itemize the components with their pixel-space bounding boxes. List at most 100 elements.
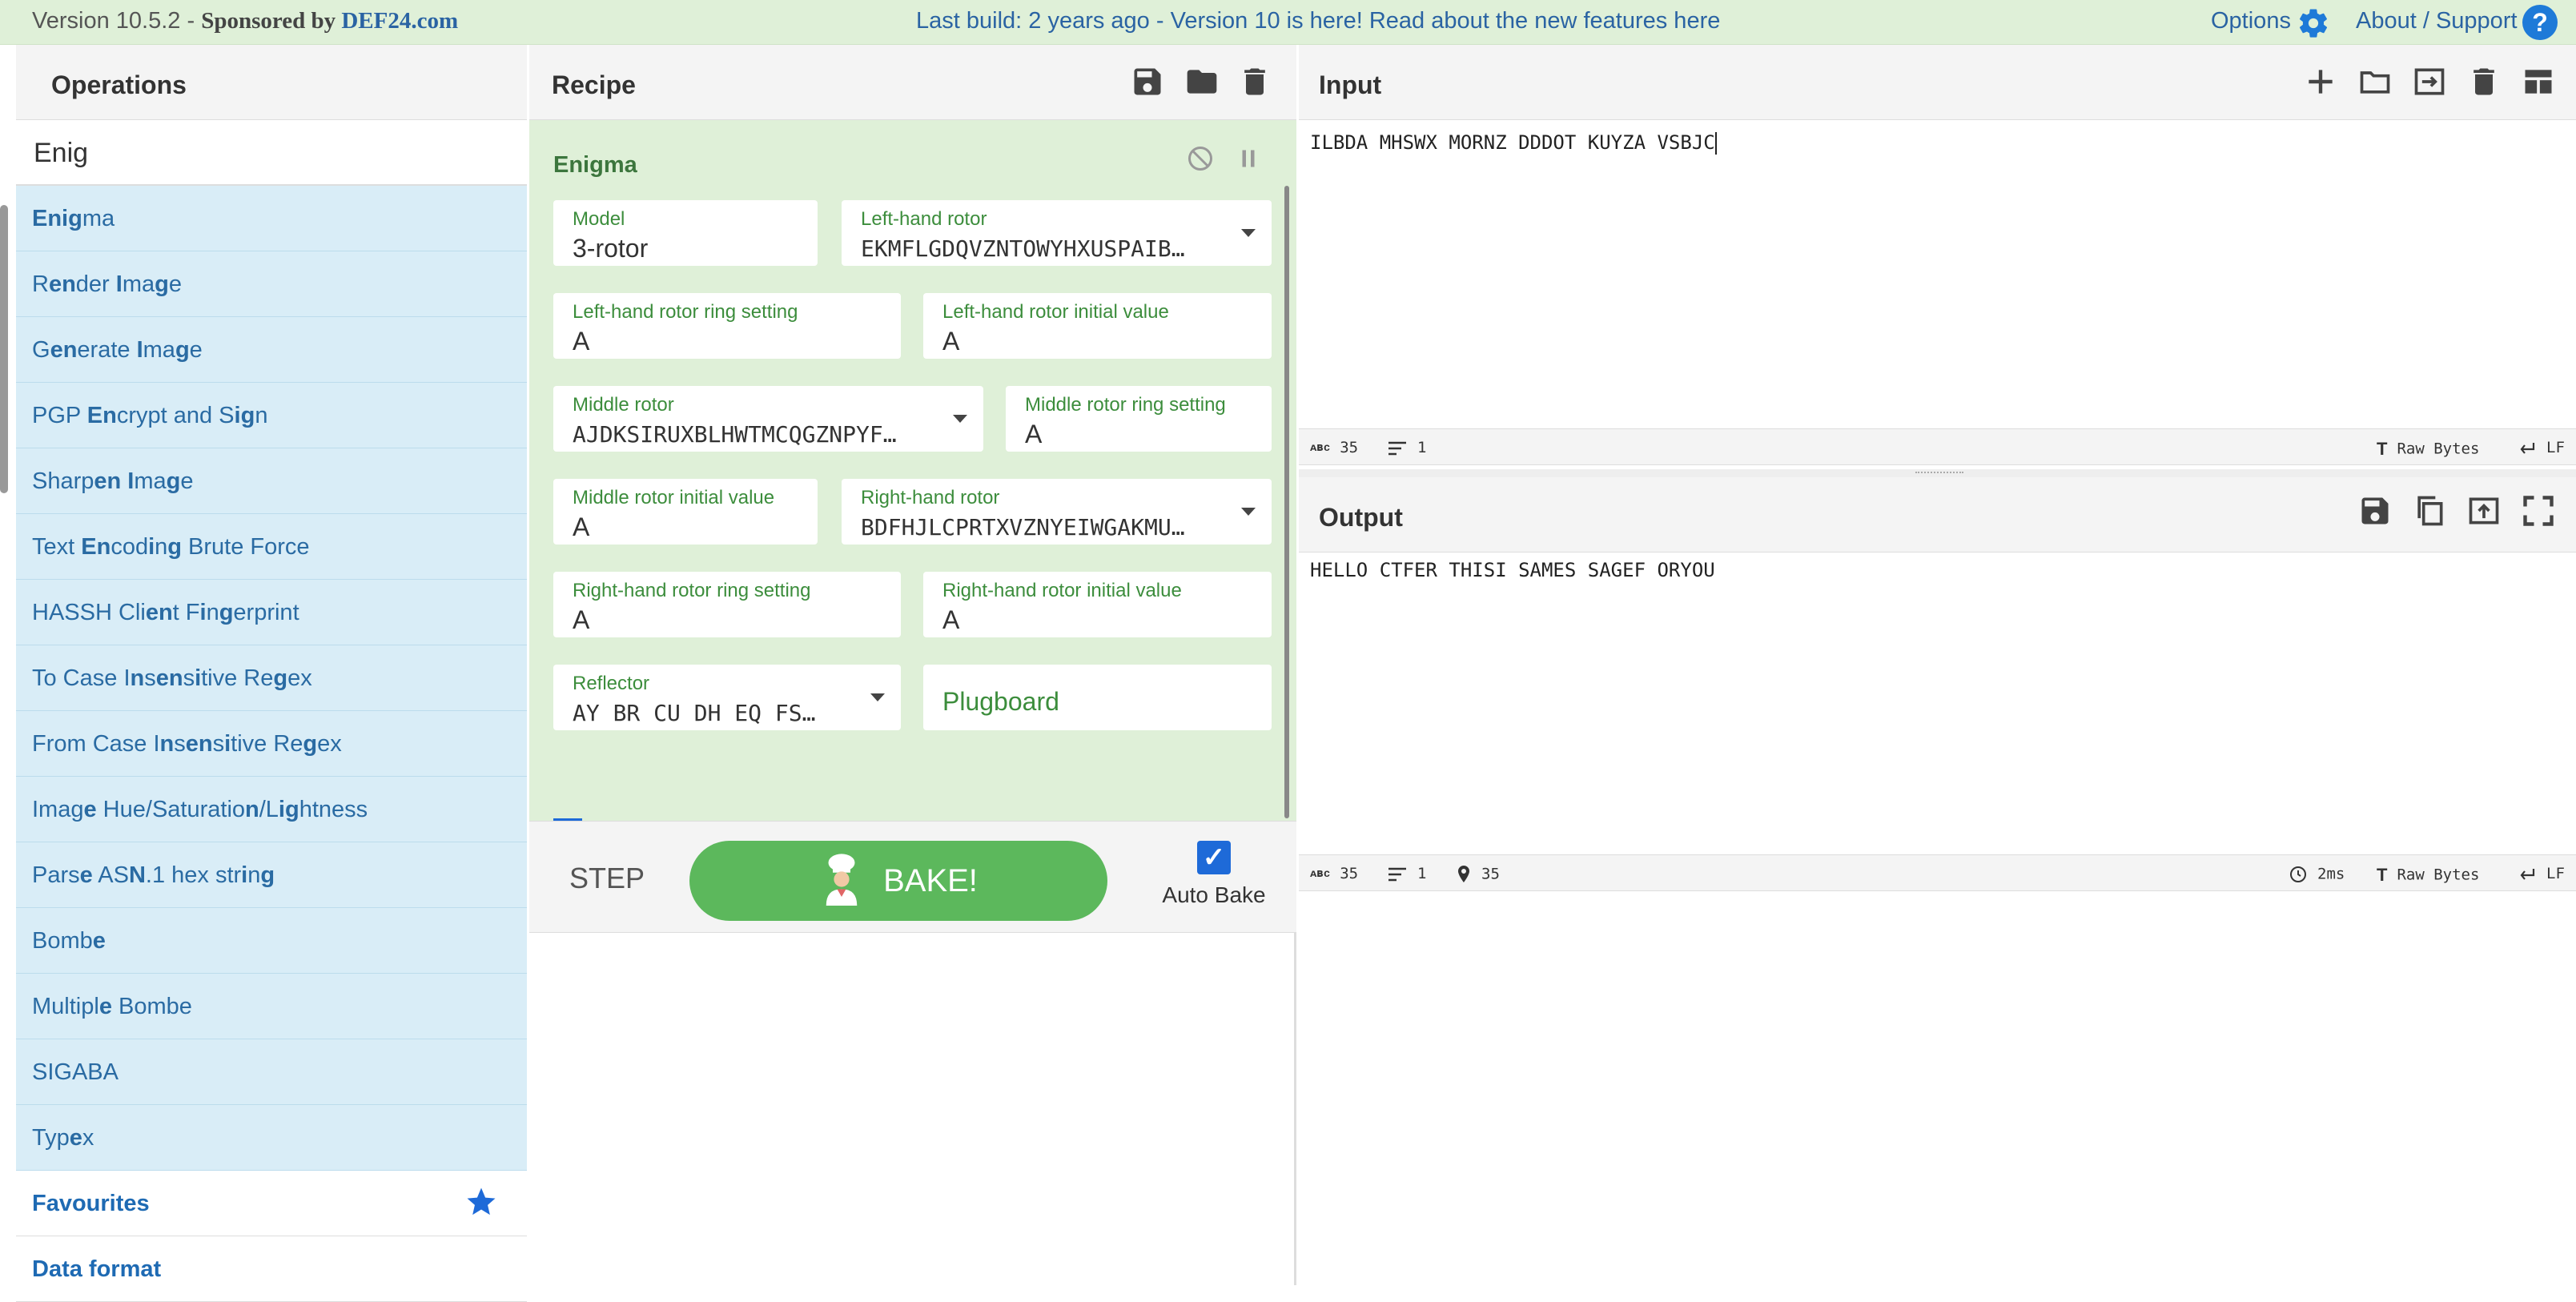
operations-scrollbar[interactable] xyxy=(0,205,8,493)
op-text: crypt and S xyxy=(116,403,235,428)
chevron-down-icon xyxy=(1241,508,1256,516)
autobake-checkbox[interactable]: ✓ xyxy=(1197,841,1231,874)
model-select[interactable]: Model 3-rotor xyxy=(553,200,818,266)
op-item[interactable]: Render Image xyxy=(16,251,527,317)
save-output-icon[interactable] xyxy=(2357,493,2393,528)
op-text: e xyxy=(168,271,182,297)
op-text: n xyxy=(247,862,261,888)
autobake-toggle[interactable]: ✓ Auto Bake xyxy=(1156,841,1272,908)
plus-icon[interactable] xyxy=(2303,64,2338,99)
disable-icon[interactable] xyxy=(1186,144,1215,173)
op-item[interactable]: Sharpen Image xyxy=(16,448,527,514)
output-text: HELLO CTFER THISI SAMES SAGEF ORYOU xyxy=(1310,559,1715,581)
sponsor-link[interactable]: DEF24.com xyxy=(341,8,458,34)
layout-icon[interactable] xyxy=(2521,64,2556,99)
op-text: HASSH Cli xyxy=(32,600,146,625)
open-file-icon[interactable] xyxy=(2412,64,2447,99)
right-rotor-select[interactable]: Right-hand rotor BDFHJLCPRTXVZNYEIWGAKMU… xyxy=(842,479,1272,545)
clear-input-icon[interactable] xyxy=(2466,64,2502,99)
chef-icon xyxy=(826,854,858,906)
left-ring-input[interactable]: Left-hand rotor ring setting A xyxy=(553,293,901,359)
op-item[interactable]: Typex xyxy=(16,1105,527,1171)
middle-ring-input[interactable]: Middle rotor ring setting A xyxy=(1006,386,1272,452)
op-text: t F xyxy=(172,600,200,625)
op-text: G xyxy=(32,337,50,363)
field-label: Model xyxy=(573,208,625,230)
left-rotor-select[interactable]: Left-hand rotor EKMFLGDQVZNTOWYHXUSPAIB… xyxy=(842,200,1272,266)
field-value: A xyxy=(942,327,960,356)
last-build-notice[interactable]: Last build: 2 years ago - Version 10 is … xyxy=(916,8,1720,34)
op-item[interactable]: Multiple Bombe xyxy=(16,974,527,1039)
return-icon xyxy=(2520,442,2535,454)
open-folder-icon[interactable] xyxy=(2357,64,2393,99)
copy-icon[interactable] xyxy=(2412,493,2447,528)
replace-input-icon[interactable] xyxy=(2466,493,2502,528)
category-favourites[interactable]: Favourites xyxy=(16,1171,527,1236)
ingredient-title: Enigma xyxy=(553,152,637,178)
lines-icon xyxy=(1388,867,1406,881)
input-encoding-stat[interactable]: T Raw Bytes xyxy=(2377,439,2479,460)
op-item[interactable]: Text Encoding Brute Force xyxy=(16,514,527,580)
category-data-format[interactable]: Data format xyxy=(16,1236,527,1302)
input-eol-stat[interactable]: LF xyxy=(2518,439,2565,456)
match-highlight: g xyxy=(273,665,288,691)
output-textarea[interactable]: HELLO CTFER THISI SAMES SAGEF ORYOU xyxy=(1310,559,1715,581)
match-highlight: i xyxy=(195,665,202,691)
op-text: htness xyxy=(299,797,368,822)
op-item[interactable]: HASSH Client Fingerprint xyxy=(16,580,527,645)
match-highlight: e xyxy=(69,1125,82,1151)
version-text: Version 10.5.2 - xyxy=(32,8,202,34)
middle-rotor-select[interactable]: Middle rotor AJDKSIRUXBLHWTMCQGZNPYF… xyxy=(553,386,983,452)
about-support-link[interactable]: About / Support xyxy=(2356,8,2518,34)
op-item[interactable]: From Case Insensitive Regex xyxy=(16,711,527,777)
input-statusbar: ᴀʙᴄ 35 1 T Raw Bytes LF xyxy=(1299,428,2576,465)
op-item[interactable]: SIGABA xyxy=(16,1039,527,1105)
op-text: From Case I xyxy=(32,731,160,757)
input-lines-stat: 1 xyxy=(1387,439,1426,456)
io-resize-handle[interactable] xyxy=(1299,469,2576,477)
op-item[interactable]: Generate Image xyxy=(16,317,527,383)
fullscreen-icon[interactable] xyxy=(2521,493,2556,528)
help-icon[interactable]: ? xyxy=(2522,5,2558,40)
op-item[interactable]: Bombe xyxy=(16,908,527,974)
reflector-select[interactable]: Reflector AY BR CU DH EQ FS… xyxy=(553,665,901,730)
op-item[interactable]: PGP Encrypt and Sign xyxy=(16,383,527,448)
op-text: /L xyxy=(259,797,279,822)
plugboard-input[interactable]: Plugboard xyxy=(923,665,1272,730)
match-highlight: g xyxy=(303,731,318,757)
op-item[interactable]: Image Hue/Saturation/Lightness xyxy=(16,777,527,842)
left-initial-input[interactable]: Left-hand rotor initial value A xyxy=(923,293,1272,359)
output-eol: LF xyxy=(2546,865,2565,882)
right-ring-input[interactable]: Right-hand rotor ring setting A xyxy=(553,572,901,637)
op-item[interactable]: To Case Insensitive Regex xyxy=(16,645,527,711)
output-eol-stat[interactable]: LF xyxy=(2518,865,2565,882)
right-initial-input[interactable]: Right-hand rotor initial value A xyxy=(923,572,1272,637)
bake-button[interactable]: BAKE! xyxy=(689,841,1107,921)
chevron-down-icon xyxy=(953,415,967,423)
op-item[interactable]: Enigma xyxy=(16,186,527,251)
trash-icon[interactable] xyxy=(1237,64,1272,99)
op-text: s xyxy=(183,665,195,691)
operations-search-input[interactable]: Enig xyxy=(16,120,527,186)
chevron-down-icon xyxy=(1241,229,1256,237)
output-encoding-stat[interactable]: T Raw Bytes xyxy=(2377,865,2479,886)
middle-initial-input[interactable]: Middle rotor initial value A xyxy=(553,479,818,545)
pause-icon[interactable] xyxy=(1234,144,1263,173)
folder-icon[interactable] xyxy=(1184,64,1220,99)
recipe-scrollbar[interactable] xyxy=(1284,186,1289,818)
match-highlight: ig xyxy=(278,797,299,822)
options-link[interactable]: Options xyxy=(2211,8,2291,34)
op-text: Typ xyxy=(32,1125,70,1151)
recipe-title: Recipe xyxy=(529,45,1296,120)
step-button[interactable]: STEP xyxy=(569,862,645,895)
field-label: Left-hand rotor initial value xyxy=(942,301,1169,323)
version-sponsor: Version 10.5.2 - Sponsored by DEF24.com xyxy=(32,8,458,34)
field-value: A xyxy=(573,512,590,541)
output-time-stat: 2ms xyxy=(2289,865,2345,884)
save-icon[interactable] xyxy=(1130,64,1165,99)
output-position: 35 xyxy=(1481,865,1500,883)
op-text: Imag xyxy=(32,797,84,822)
gear-icon[interactable] xyxy=(2297,6,2330,40)
op-item[interactable]: Parse ASN.1 hex string xyxy=(16,842,527,908)
input-textarea[interactable]: ILBDA MHSWX MORNZ DDDOT KUYZA VSBJC xyxy=(1310,131,1717,155)
